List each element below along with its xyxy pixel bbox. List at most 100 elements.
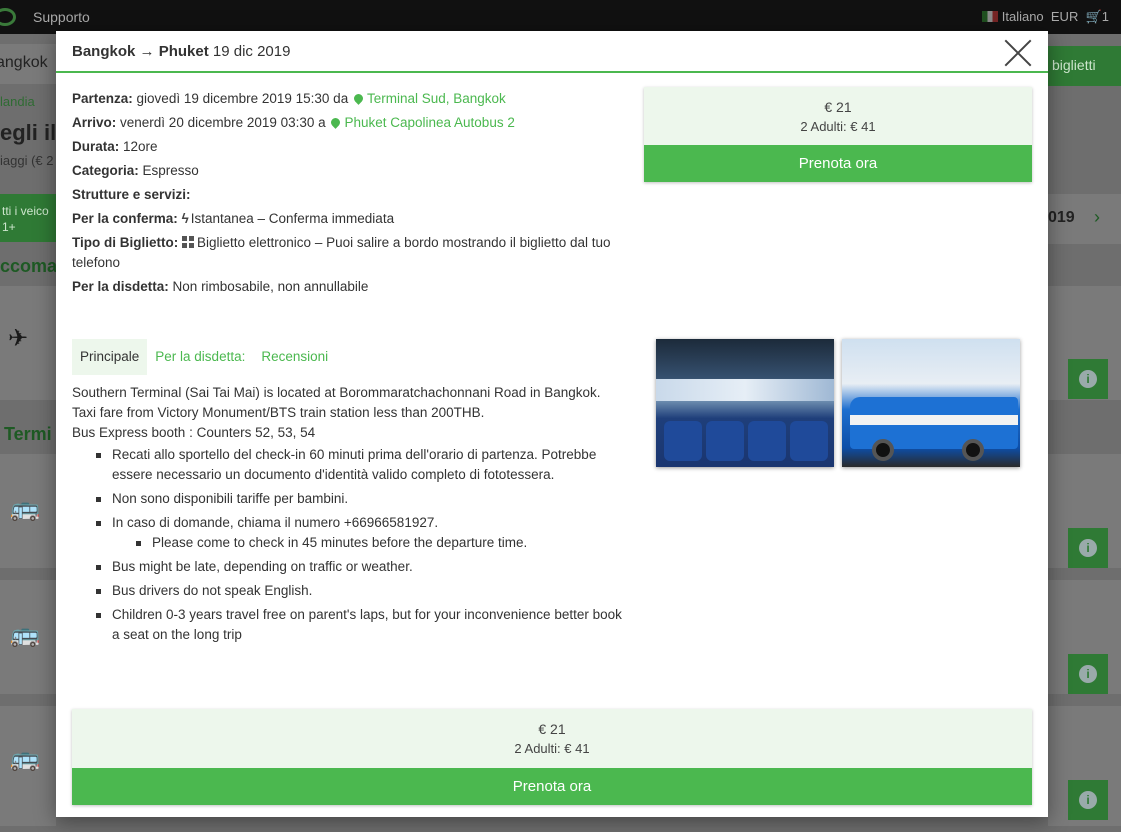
info-button[interactable]: i <box>1068 359 1108 399</box>
description-line: Bus Express booth : Counters 52, 53, 54 <box>72 425 316 440</box>
logo-icon[interactable] <box>0 8 16 26</box>
tab-cancellation[interactable]: Per la disdetta: <box>147 339 253 375</box>
price-box-bottom: € 21 2 Adulti: € 41 Prenota ora <box>72 709 1032 805</box>
ticket-type-row: Tipo di Biglietto: Biglietto elettronico… <box>72 233 632 273</box>
duration-label: Durata: <box>72 139 120 154</box>
arrival-label: Arrivo: <box>72 115 117 130</box>
list-item: Recati allo sportello del check-in 60 mi… <box>96 445 632 485</box>
photo-wheel-detail <box>872 439 894 461</box>
confirmation-row: Per la conferma: ϟ Istantanea – Conferma … <box>72 209 632 229</box>
list-item: Children 0-3 years travel free on parent… <box>96 605 632 645</box>
category-row: Categoria: Espresso <box>72 161 632 181</box>
info-list: Recati allo sportello del check-in 60 mi… <box>96 445 632 645</box>
modal-header: Bangkok → Phuket 19 dic 2019 <box>56 31 1048 73</box>
language-label[interactable]: Italiano <box>1002 9 1044 24</box>
date-selector-label: 019 <box>1048 209 1075 226</box>
lightning-icon: ϟ <box>181 211 189 226</box>
support-link[interactable]: Supporto <box>33 9 90 25</box>
breadcrumb[interactable]: landia <box>0 94 35 109</box>
chevron-right-icon[interactable]: › <box>1094 207 1100 228</box>
facilities-row: Strutture e servizi: <box>72 185 632 205</box>
photo-wheel-detail <box>962 439 984 461</box>
confirmation-value: Istantanea – Conferma immediata <box>190 211 395 226</box>
photo-seat-detail <box>790 421 828 461</box>
category-value: Espresso <box>142 163 199 178</box>
cancellation-row: Per la disdetta: Non rimbosabile, non an… <box>72 277 632 297</box>
top-navbar: Supporto Italiano EUR 🛒1 <box>0 0 1121 34</box>
price-total: 2 Adulti: € 41 <box>514 741 590 756</box>
list-item: Non sono disponibili tariffe per bambini… <box>96 489 632 509</box>
price-per-person: € 21 <box>538 721 566 737</box>
departure-label: Partenza: <box>72 91 133 106</box>
info-button[interactable]: i <box>1068 780 1108 820</box>
departure-place-link[interactable]: Terminal Sud, Bangkok <box>367 91 506 106</box>
price-box-top: € 21 2 Adulti: € 41 Prenota ora <box>644 87 1032 182</box>
ticket-type-label: Tipo di Biglietto: <box>72 235 179 250</box>
sub-list: Please come to check in 45 minutes befor… <box>136 533 632 553</box>
photo-stripe-detail <box>850 415 1018 425</box>
photo-window-detail <box>656 379 834 401</box>
departure-row: Partenza: giovedì 19 dicembre 2019 15:30… <box>72 89 632 109</box>
info-icon: i <box>1079 665 1097 683</box>
arrival-place-link[interactable]: Phuket Capolinea Autobus 2 <box>344 115 514 130</box>
map-pin-icon <box>352 92 365 105</box>
italy-flag-icon <box>981 11 998 22</box>
trip-details-modal: Bangkok → Phuket 19 dic 2019 Partenza: g… <box>56 31 1048 817</box>
sub-list-item: Please come to check in 45 minutes befor… <box>136 533 632 553</box>
find-tickets-button[interactable]: biglietti <box>1040 46 1121 86</box>
arrival-row: Arrivo: venerdì 20 dicembre 2019 03:30 a… <box>72 113 632 133</box>
photo-seat-detail <box>748 421 786 461</box>
list-item: In caso di domande, chiama il numero +66… <box>96 513 632 553</box>
duration-row: Durata: 12ore <box>72 137 632 157</box>
all-vehicles-label: tti i veico <box>2 204 49 218</box>
confirmation-label: Per la conferma: <box>72 211 178 226</box>
page-subtitle: iaggi (€ 2 <box>0 153 54 168</box>
page-title: egli il <box>0 120 57 145</box>
qr-code-icon <box>182 236 194 248</box>
book-now-button[interactable]: Prenota ora <box>72 768 1032 805</box>
departure-time: giovedì 19 dicembre 2019 15:30 da <box>136 91 349 106</box>
bus-icon: 🚌 <box>10 745 40 772</box>
info-icon: i <box>1079 370 1097 388</box>
recommended-heading: ccoma <box>0 256 58 276</box>
bus-icon: 🚌 <box>10 621 40 648</box>
category-label: Categoria: <box>72 163 139 178</box>
cart-count: 1 <box>1101 9 1109 24</box>
bus-interior-photo[interactable] <box>656 339 834 467</box>
info-button[interactable]: i <box>1068 654 1108 694</box>
cancellation-label: Per la disdetta: <box>72 279 169 294</box>
price-per-person: € 21 <box>824 99 852 115</box>
info-button[interactable]: i <box>1068 528 1108 568</box>
book-now-button[interactable]: Prenota ora <box>644 145 1032 182</box>
list-item-text: In caso di domande, chiama il numero +66… <box>112 515 439 530</box>
photo-seat-detail <box>664 421 702 461</box>
arrival-time: venerdì 20 dicembre 2019 03:30 a <box>120 115 326 130</box>
facilities-label: Strutture e servizi: <box>72 187 191 202</box>
description: Southern Terminal (Sai Tai Mai) is locat… <box>72 383 632 649</box>
description-line: Taxi fare from Victory Monument/BTS trai… <box>72 405 485 420</box>
route-arrow: → <box>139 43 155 60</box>
map-pin-icon <box>329 116 343 129</box>
list-item: Bus drivers do not speak English. <box>96 581 632 601</box>
tab-reviews[interactable]: Recensioni <box>253 339 336 375</box>
currency-label[interactable]: EUR <box>1051 9 1078 24</box>
terminals-heading: Termi <box>4 424 52 444</box>
trip-info: Partenza: giovedì 19 dicembre 2019 15:30… <box>72 89 632 301</box>
tab-main[interactable]: Principale <box>72 339 148 375</box>
description-line: Southern Terminal (Sai Tai Mai) is locat… <box>72 385 601 400</box>
cart-icon[interactable]: 🛒 <box>1086 9 1102 24</box>
list-item: Bus might be late, depending on traffic … <box>96 557 632 577</box>
all-vehicles-filter[interactable]: tti i veico 1+ <box>0 194 56 242</box>
close-icon[interactable] <box>1004 39 1032 67</box>
detail-tabs: Principale Per la disdetta: Recensioni <box>72 339 336 375</box>
cancellation-value: Non rimbosabile, non annullabile <box>172 279 369 294</box>
price-total: 2 Adulti: € 41 <box>800 119 876 134</box>
trip-date: 19 dic 2019 <box>212 43 291 60</box>
photo-seat-detail <box>706 421 744 461</box>
language-currency-cart[interactable]: Italiano EUR 🛒1 <box>981 9 1109 25</box>
route-from: Bangkok <box>72 43 136 60</box>
bus-icon: 🚌 <box>10 495 40 522</box>
date-selector[interactable]: 019 › <box>1048 194 1121 244</box>
route-to: Phuket <box>158 43 209 60</box>
bus-exterior-photo[interactable] <box>842 339 1020 467</box>
